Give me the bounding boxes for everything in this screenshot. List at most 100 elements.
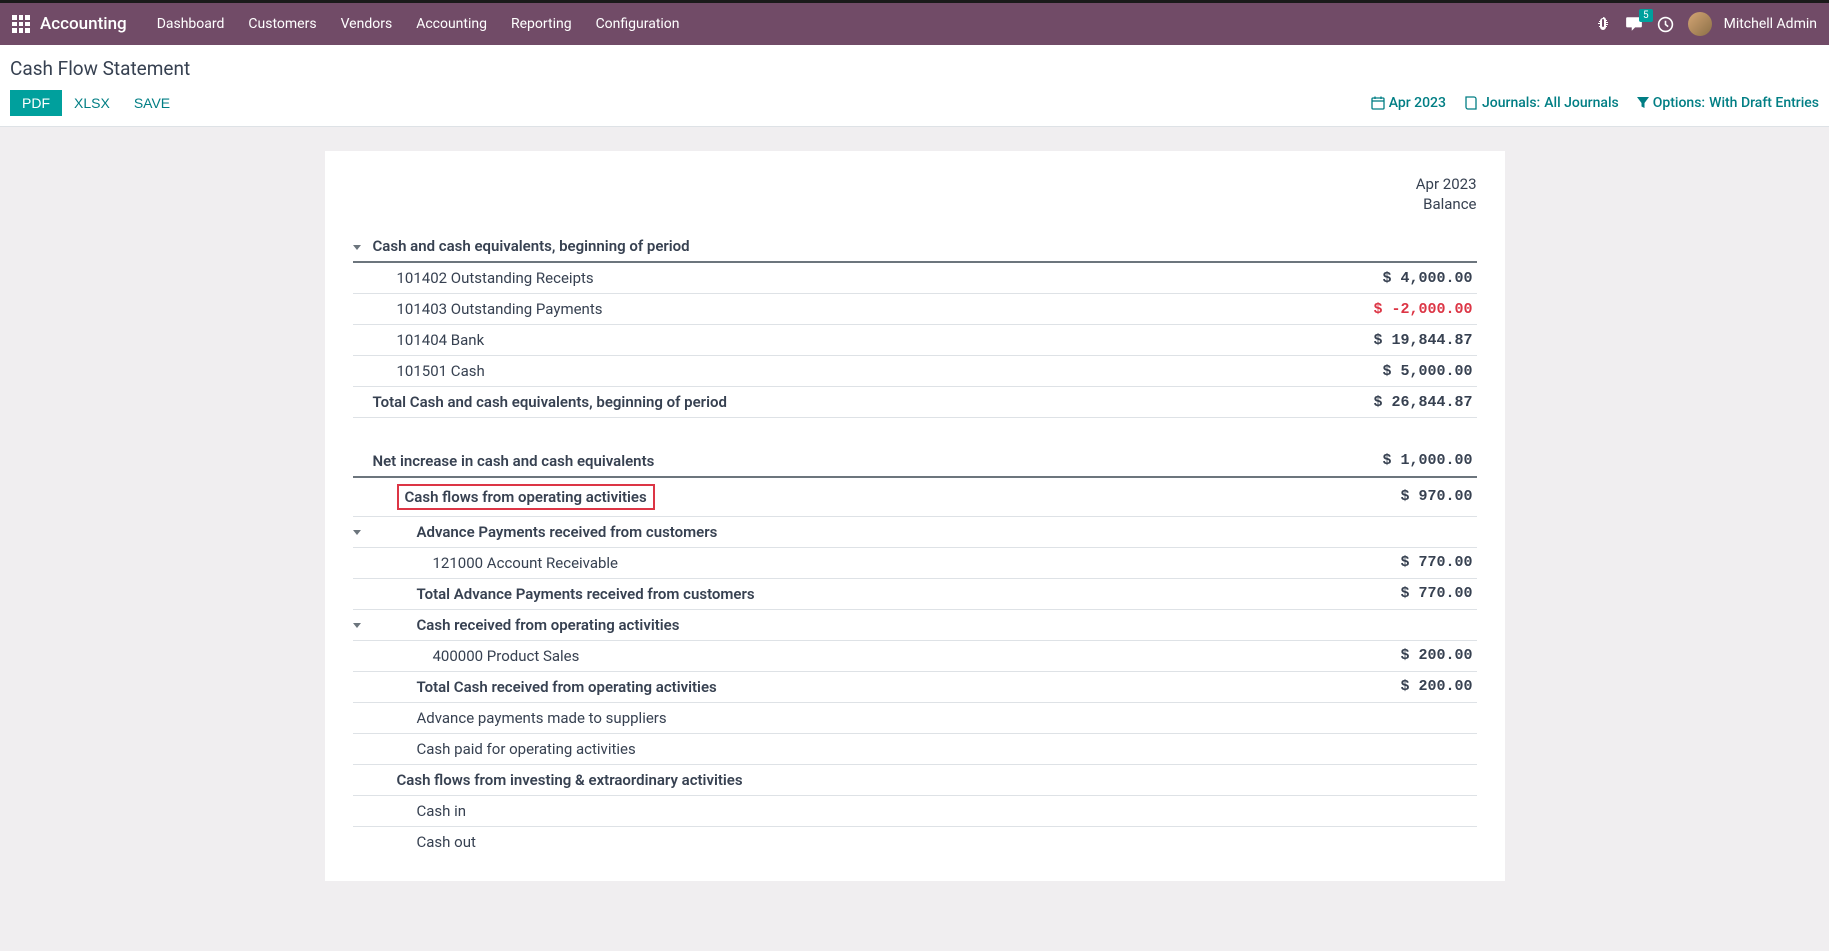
save-button[interactable]: SAVE <box>122 90 182 116</box>
row-total-cash-received[interactable]: Total Cash received from operating activ… <box>353 671 1477 702</box>
row-amount: $ 1,000.00 <box>1237 446 1477 477</box>
row-amount <box>1237 702 1477 733</box>
report-header: Apr 2023 Balance <box>353 175 1477 213</box>
row-amount: $ 4,000.00 <box>1237 262 1477 294</box>
navbar: Accounting Dashboard Customers Vendors A… <box>0 3 1829 45</box>
caret-icon[interactable] <box>353 530 361 535</box>
row-outstanding-payments[interactable]: 101403 Outstanding Payments $ -2,000.00 <box>353 294 1477 325</box>
row-label: Advance payments made to suppliers <box>373 702 1237 733</box>
row-amount: $ 770.00 <box>1237 578 1477 609</box>
activity-icon[interactable] <box>1657 16 1674 33</box>
row-amount: $ 5,000.00 <box>1237 356 1477 387</box>
row-label: 121000 Account Receivable <box>373 547 1237 578</box>
filter-options-value: With Draft Entries <box>1709 95 1819 111</box>
row-label: Cash out <box>373 826 1237 857</box>
avatar <box>1688 12 1712 36</box>
filter-options[interactable]: Options:With Draft Entries <box>1637 95 1819 111</box>
row-amount <box>1237 609 1477 640</box>
filter-icon <box>1637 97 1649 109</box>
row-total-advance-received[interactable]: Total Advance Payments received from cus… <box>353 578 1477 609</box>
row-amount: $ 26,844.87 <box>1237 387 1477 418</box>
nav-accounting[interactable]: Accounting <box>404 3 499 45</box>
row-label: 101404 Bank <box>373 325 1237 356</box>
row-amount: $ 200.00 <box>1237 640 1477 671</box>
messages-icon[interactable]: 5 <box>1625 15 1643 33</box>
row-label: 101402 Outstanding Receipts <box>373 262 1237 294</box>
nav-configuration[interactable]: Configuration <box>584 3 692 45</box>
row-amount <box>1237 795 1477 826</box>
row-operating-activities[interactable]: Cash flows from operating activities $ 9… <box>353 477 1477 517</box>
row-label: Total Cash and cash equivalents, beginni… <box>373 387 1237 418</box>
debug-icon[interactable] <box>1595 16 1611 32</box>
filters: Apr 2023 Journals: All Journals Options:… <box>1371 95 1819 111</box>
user-menu[interactable]: Mitchell Admin <box>1688 12 1817 36</box>
row-cash[interactable]: 101501 Cash $ 5,000.00 <box>353 356 1477 387</box>
row-label: Advance Payments received from customers <box>373 516 1237 547</box>
row-amount: $ 970.00 <box>1237 477 1477 517</box>
navbar-right: 5 Mitchell Admin <box>1595 12 1817 36</box>
filter-period[interactable]: Apr 2023 <box>1371 95 1446 111</box>
row-label: Cash received from operating activities <box>373 609 1237 640</box>
row-label: Cash paid for operating activities <box>373 733 1237 764</box>
row-label: Net increase in cash and cash equivalent… <box>373 446 1237 477</box>
filter-journals[interactable]: Journals: All Journals <box>1464 95 1619 111</box>
row-total-beginning[interactable]: Total Cash and cash equivalents, beginni… <box>353 387 1477 418</box>
report-table: Cash and cash equivalents, beginning of … <box>353 231 1477 857</box>
highlight-box: Cash flows from operating activities <box>397 484 655 510</box>
filter-journals-label: Journals: <box>1482 95 1540 111</box>
row-label: 101403 Outstanding Payments <box>373 294 1237 325</box>
actions-row: PDF XLSX SAVE Apr 2023 Journals: All Jou… <box>10 90 1819 116</box>
user-name: Mitchell Admin <box>1724 16 1817 32</box>
row-cash-received-operating[interactable]: Cash received from operating activities <box>353 609 1477 640</box>
report-balance-label: Balance <box>353 195 1477 213</box>
row-beginning-header[interactable]: Cash and cash equivalents, beginning of … <box>353 231 1477 262</box>
row-cash-out[interactable]: Cash out <box>353 826 1477 857</box>
nav-reporting[interactable]: Reporting <box>499 3 584 45</box>
report-period: Apr 2023 <box>353 175 1477 193</box>
row-label: Cash in <box>373 795 1237 826</box>
row-outstanding-receipts[interactable]: 101402 Outstanding Receipts $ 4,000.00 <box>353 262 1477 294</box>
nav-customers[interactable]: Customers <box>236 3 328 45</box>
page-title: Cash Flow Statement <box>10 57 1819 80</box>
xlsx-button[interactable]: XLSX <box>62 90 122 116</box>
row-net-increase[interactable]: Net increase in cash and cash equivalent… <box>353 446 1477 477</box>
navbar-left: Accounting Dashboard Customers Vendors A… <box>12 3 692 45</box>
book-icon <box>1464 96 1478 110</box>
filter-journals-value: All Journals <box>1544 95 1618 111</box>
row-label: Total Advance Payments received from cus… <box>373 578 1237 609</box>
row-product-sales[interactable]: 400000 Product Sales $ 200.00 <box>353 640 1477 671</box>
row-cash-paid-operating[interactable]: Cash paid for operating activities <box>353 733 1477 764</box>
row-advance-payments-received[interactable]: Advance Payments received from customers <box>353 516 1477 547</box>
subheader: Cash Flow Statement PDF XLSX SAVE Apr 20… <box>0 45 1829 127</box>
row-amount <box>1237 764 1477 795</box>
row-bank[interactable]: 101404 Bank $ 19,844.87 <box>353 325 1477 356</box>
calendar-icon <box>1371 96 1385 110</box>
row-amount: $ -2,000.00 <box>1237 294 1477 325</box>
row-label: 400000 Product Sales <box>373 640 1237 671</box>
caret-icon[interactable] <box>353 623 361 628</box>
row-account-receivable[interactable]: 121000 Account Receivable $ 770.00 <box>353 547 1477 578</box>
row-amount <box>1237 826 1477 857</box>
row-cash-in[interactable]: Cash in <box>353 795 1477 826</box>
row-label: 101501 Cash <box>373 356 1237 387</box>
caret-icon[interactable] <box>353 245 361 250</box>
filter-period-text: Apr 2023 <box>1389 95 1446 111</box>
apps-icon[interactable] <box>12 15 30 33</box>
row-amount <box>1237 733 1477 764</box>
brand[interactable]: Accounting <box>40 14 127 34</box>
row-label: Cash flows from operating activities <box>373 477 1237 517</box>
filter-options-label: Options: <box>1653 95 1705 111</box>
row-investing-activities[interactable]: Cash flows from investing & extraordinar… <box>353 764 1477 795</box>
row-amount <box>1237 231 1477 262</box>
row-label: Total Cash received from operating activ… <box>373 671 1237 702</box>
row-amount <box>1237 516 1477 547</box>
row-advance-payments-suppliers[interactable]: Advance payments made to suppliers <box>353 702 1477 733</box>
row-label: Cash and cash equivalents, beginning of … <box>373 231 1237 262</box>
message-badge: 5 <box>1639 9 1653 22</box>
row-amount: $ 19,844.87 <box>1237 325 1477 356</box>
report-container: Apr 2023 Balance Cash and cash equivalen… <box>325 151 1505 881</box>
pdf-button[interactable]: PDF <box>10 90 62 116</box>
nav-vendors[interactable]: Vendors <box>329 3 405 45</box>
row-label: Cash flows from investing & extraordinar… <box>373 764 1237 795</box>
nav-dashboard[interactable]: Dashboard <box>145 3 237 45</box>
